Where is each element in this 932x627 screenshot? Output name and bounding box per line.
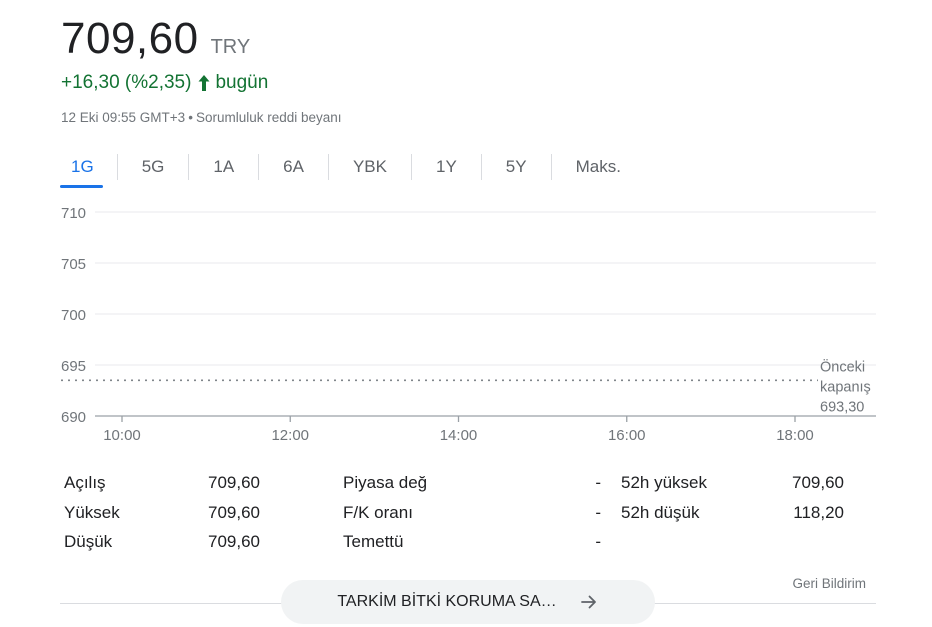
y-tick-label: 700 [61, 307, 86, 324]
change-value: +16,30 (%2,35) [61, 72, 192, 93]
price-chart[interactable]: 690 695 700 705 710 10:00 12:00 14:00 16:00 18:00… [0, 196, 932, 456]
feedback-link[interactable]: Geri Bildirim [792, 576, 866, 591]
range-tabs: 1G 5G 1A 6A YBK 1Y 5Y Maks. [57, 150, 645, 188]
x-tick-label: 16:00 [608, 427, 646, 444]
x-tick-label: 14:00 [440, 427, 478, 444]
tab-5d[interactable]: 5G [118, 153, 189, 181]
more-about-stock-button[interactable]: TARKİM BİTKİ KORUMA SA… [281, 580, 655, 624]
stat-value-high: 709,60 [208, 503, 260, 522]
stat-value-market-cap: - [595, 473, 601, 492]
stat-label-market-cap: Piyasa değ [343, 473, 428, 492]
previous-close-value: 693,30 [820, 399, 864, 415]
stats-table: Açılış 709,60 Yüksek 709,60 Düşük 709,60… [0, 470, 932, 560]
current-price: 709,60 [61, 14, 199, 63]
stat-label-high: Yüksek [64, 503, 120, 522]
y-tick-label: 710 [61, 205, 86, 222]
x-tick-label: 18:00 [776, 427, 814, 444]
x-tick-label: 12:00 [271, 427, 309, 444]
price-header: 709,60 TRY [61, 14, 250, 64]
y-tick-label: 695 [61, 358, 86, 375]
tab-ytd[interactable]: YBK [329, 153, 411, 181]
stat-label-pe-ratio: F/K oranı [343, 503, 413, 522]
tab-max[interactable]: Maks. [552, 153, 645, 181]
stat-label-52w-low: 52h düşük [621, 503, 700, 522]
stat-value-dividend: - [595, 532, 601, 551]
tab-6m[interactable]: 6A [259, 153, 328, 181]
change-period: bugün [215, 72, 269, 93]
x-tick-label: 10:00 [103, 427, 141, 444]
tab-1y[interactable]: 1Y [412, 153, 481, 181]
tab-1d[interactable]: 1G [57, 153, 117, 188]
stat-label-52w-high: 52h yüksek [621, 473, 707, 492]
stat-label-dividend: Temettü [343, 532, 404, 551]
previous-close-label: Önceki [820, 357, 865, 375]
timestamp: 12 Eki 09:55 GMT+3 [61, 110, 186, 125]
stat-value-open: 709,60 [208, 473, 260, 492]
quote-meta: 12 Eki 09:55 GMT+3 • Sorumluluk reddi beya… [61, 110, 342, 125]
price-change: +16,30 (%2,35) bugün [61, 72, 268, 94]
stat-value-pe-ratio: - [595, 503, 601, 522]
tab-5y[interactable]: 5Y [482, 153, 551, 181]
separator-dot: • [188, 110, 193, 125]
more-button-label: TARKİM BİTKİ KORUMA SA… [337, 593, 557, 610]
currency-code: TRY [210, 36, 251, 58]
stat-value-52w-high: 709,60 [792, 473, 844, 492]
arrow-up-icon [198, 75, 210, 91]
y-tick-label: 690 [61, 409, 86, 426]
stat-label-low: Düşük [64, 532, 113, 551]
tab-1m[interactable]: 1A [189, 153, 258, 181]
arrow-right-icon [580, 595, 596, 609]
stat-value-52w-low: 118,20 [793, 503, 844, 522]
stat-value-low: 709,60 [208, 532, 260, 551]
stat-label-open: Açılış [64, 473, 106, 492]
y-tick-label: 705 [61, 256, 86, 273]
disclaimer-link[interactable]: Sorumluluk reddi beyanı [196, 110, 342, 125]
previous-close-label: kapanış [820, 379, 871, 395]
